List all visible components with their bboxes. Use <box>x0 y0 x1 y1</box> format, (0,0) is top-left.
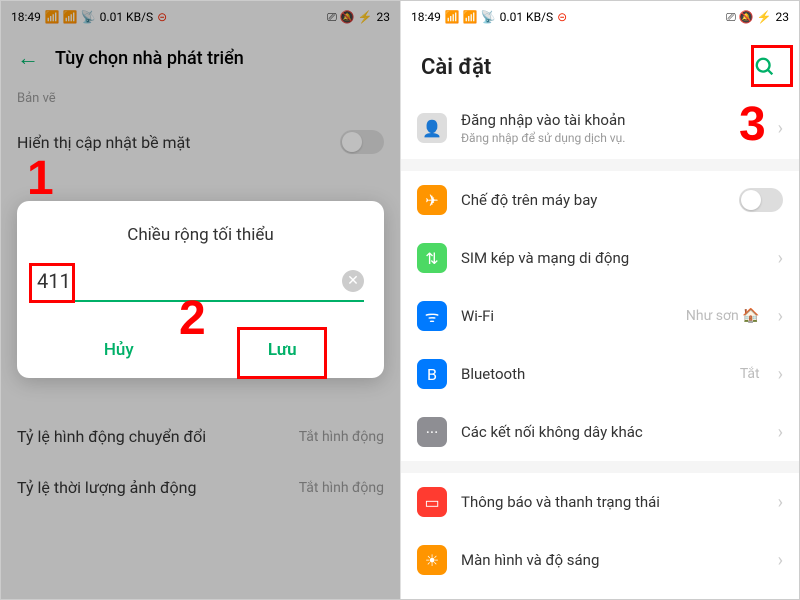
annotation-2: 2 <box>179 291 206 346</box>
settings-row[interactable]: ···Các kết nối không dây khác› <box>401 403 799 461</box>
toggle[interactable] <box>739 188 783 212</box>
status-bar: 18:49 📶 📶 📡 0.01 KB/S ⊝ ⎚ 🔕 ⚡23 <box>401 1 799 33</box>
clear-icon[interactable]: ✕ <box>342 270 364 292</box>
settings-row[interactable]: ✈Chế độ trên máy bay <box>401 171 799 229</box>
row-icon: ☀ <box>417 545 447 575</box>
chevron-right-icon: › <box>778 248 783 269</box>
settings-row[interactable]: ☀Màn hình và độ sáng› <box>401 531 799 589</box>
chevron-right-icon: › <box>778 422 783 443</box>
chevron-right-icon: › <box>778 492 783 513</box>
chevron-right-icon: › <box>778 550 783 571</box>
row-icon: ᯤ <box>417 301 447 331</box>
highlight-box-1 <box>29 263 75 303</box>
row-icon: ▭ <box>417 487 447 517</box>
annotation-3: 3 <box>739 97 766 152</box>
settings-row[interactable]: ▭Thông báo và thanh trạng thái› <box>401 473 799 531</box>
highlight-box-2 <box>237 327 327 379</box>
row-icon: ✈ <box>417 185 447 215</box>
dialog-title: Chiều rộng tối thiểu <box>37 225 364 245</box>
settings-row[interactable]: ᯤWi-FiNhư sơn 🏠› <box>401 287 799 345</box>
row-icon: ⇅ <box>417 243 447 273</box>
row-icon: B <box>417 359 447 389</box>
annotation-1: 1 <box>27 151 54 206</box>
cancel-button[interactable]: Hủy <box>37 322 201 378</box>
settings-row[interactable]: ⇅SIM kép và mạng di động› <box>401 229 799 287</box>
settings-row[interactable]: BBluetoothTắt› <box>401 345 799 403</box>
avatar-icon: 👤 <box>417 113 447 143</box>
settings-header: Cài đặt <box>401 33 799 97</box>
highlight-box-3 <box>751 45 793 87</box>
chevron-right-icon: › <box>778 364 783 385</box>
page-title: Cài đặt <box>421 55 491 80</box>
chevron-right-icon: › <box>778 306 783 327</box>
row-icon: ··· <box>417 417 447 447</box>
settings-row[interactable]: ▢Kho ảnh màn hình chính và màn hình› <box>401 589 799 599</box>
chevron-right-icon: › <box>778 118 783 139</box>
